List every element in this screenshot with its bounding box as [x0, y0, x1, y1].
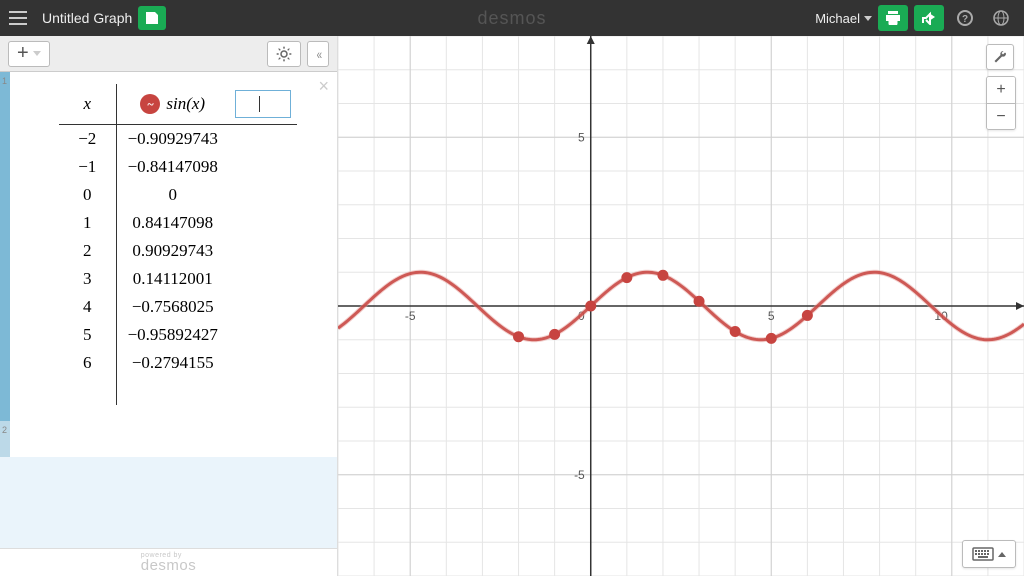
graph-settings-button[interactable] [986, 44, 1014, 70]
table-cell-empty[interactable] [229, 265, 297, 293]
table-row[interactable]: 6−0.2794155 [59, 349, 297, 377]
table-cell-empty[interactable] [229, 209, 297, 237]
floppy-icon [145, 11, 159, 25]
footer-logo: powered by desmos [141, 552, 197, 574]
table-cell-y[interactable]: 0 [117, 181, 229, 209]
table-cell-x[interactable]: 2 [59, 237, 117, 265]
globe-icon [993, 10, 1009, 26]
svg-text:-5: -5 [574, 468, 585, 482]
table-cell-x[interactable]: 0 [59, 181, 117, 209]
svg-text:-5: -5 [405, 309, 416, 323]
table-row[interactable]: 00 [59, 181, 297, 209]
table-cell-y[interactable]: 0.90929743 [117, 237, 229, 265]
app-header: Untitled Graph desmos Michael ? [0, 0, 1024, 36]
table-cell-x[interactable]: 3 [59, 265, 117, 293]
settings-button[interactable] [267, 41, 301, 67]
table-header-y-label: sin(x) [166, 94, 205, 114]
data-table[interactable]: x ~ sin(x) [59, 84, 297, 405]
plus-icon: + [17, 42, 29, 65]
table-cell-y[interactable]: 0.84147098 [117, 209, 229, 237]
table-row[interactable]: 4−0.7568025 [59, 293, 297, 321]
header-right: Michael ? [815, 5, 1024, 31]
table-cell-y[interactable]: −0.84147098 [117, 153, 229, 181]
caret-up-icon [998, 552, 1006, 557]
help-button[interactable]: ? [950, 5, 980, 31]
table-header-new[interactable] [229, 84, 297, 125]
minus-icon: − [996, 108, 1005, 126]
caret-down-icon [864, 16, 872, 21]
menu-button[interactable] [0, 0, 36, 36]
wrench-icon [993, 50, 1007, 64]
user-menu[interactable]: Michael [815, 11, 872, 26]
table-row[interactable]: −2−0.90929743 [59, 125, 297, 154]
collapse-panel-button[interactable]: « [307, 41, 329, 67]
svg-text:5: 5 [768, 309, 775, 323]
table-cell-empty[interactable] [229, 293, 297, 321]
share-icon [921, 11, 937, 25]
app-body: + « 1 × x [0, 36, 1024, 576]
help-icon: ? [957, 10, 973, 26]
delete-expression-button[interactable]: × [318, 76, 329, 97]
new-column-input[interactable] [235, 90, 291, 118]
table-row[interactable]: 10.84147098 [59, 209, 297, 237]
zoom-in-button[interactable]: + [987, 77, 1015, 103]
table-row[interactable]: 20.90929743 [59, 237, 297, 265]
expression-panel: + « 1 × x [0, 36, 338, 576]
user-name-label: Michael [815, 11, 860, 26]
graph-canvas[interactable]: -55105-50 [338, 36, 1024, 576]
graph-title[interactable]: Untitled Graph [42, 10, 132, 26]
table-row-empty[interactable] [59, 377, 297, 405]
keyboard-icon [972, 547, 994, 561]
zoom-controls: + − [986, 76, 1016, 130]
table-row[interactable]: 30.14112001 [59, 265, 297, 293]
add-expression-button[interactable]: + [8, 41, 50, 67]
print-button[interactable] [878, 5, 908, 31]
expression-index: 1 [2, 76, 7, 86]
expression-index: 2 [2, 425, 7, 435]
expression-list: 1 × x ~ sin(x) [0, 72, 337, 548]
expression-toolbar: + « [0, 36, 337, 72]
table-cell-y[interactable]: 0.14112001 [117, 265, 229, 293]
share-button[interactable] [914, 5, 944, 31]
table-cell-x[interactable]: −1 [59, 153, 117, 181]
table-cell-empty[interactable] [229, 321, 297, 349]
save-button[interactable] [138, 6, 166, 30]
table-cell-x[interactable]: 4 [59, 293, 117, 321]
table-cell-y[interactable]: −0.90929743 [117, 125, 229, 154]
zoom-out-button[interactable]: − [987, 103, 1015, 129]
table-header-y[interactable]: ~ sin(x) [117, 84, 229, 125]
graph-area[interactable]: -55105-50 + − [338, 36, 1024, 576]
expression-row-1[interactable]: 1 × x ~ sin(x) [0, 72, 337, 421]
plus-icon: + [996, 81, 1005, 99]
table-cell-y[interactable]: −0.7568025 [117, 293, 229, 321]
svg-text:5: 5 [578, 130, 585, 144]
hamburger-icon [9, 11, 27, 25]
graph-controls: + − [986, 44, 1016, 130]
language-button[interactable] [986, 5, 1016, 31]
series-color-icon[interactable]: ~ [140, 94, 160, 114]
chevron-left-icon: « [317, 46, 320, 62]
expression-row-2[interactable]: 2 [0, 421, 337, 457]
table-cell-empty[interactable] [229, 153, 297, 181]
table-cell-y[interactable]: −0.2794155 [117, 349, 229, 377]
gear-icon [276, 46, 292, 62]
table-cell-x[interactable]: 6 [59, 349, 117, 377]
printer-icon [885, 11, 901, 25]
svg-text:?: ? [962, 14, 968, 25]
table-cell-empty[interactable] [229, 125, 297, 154]
caret-down-icon [33, 51, 41, 56]
brand-logo: desmos [477, 8, 546, 29]
panel-footer: powered by desmos [0, 548, 337, 576]
table-cell-empty[interactable] [229, 349, 297, 377]
table-row[interactable]: 5−0.95892427 [59, 321, 297, 349]
table-cell-x[interactable]: 1 [59, 209, 117, 237]
keyboard-button[interactable] [962, 540, 1016, 568]
table-cell-x[interactable]: −2 [59, 125, 117, 154]
table-cell-empty[interactable] [229, 237, 297, 265]
table-cell-empty[interactable] [229, 181, 297, 209]
table-cell-y[interactable]: −0.95892427 [117, 321, 229, 349]
table-cell-x[interactable]: 5 [59, 321, 117, 349]
table-row[interactable]: −1−0.84147098 [59, 153, 297, 181]
table-header-x[interactable]: x [59, 84, 117, 125]
